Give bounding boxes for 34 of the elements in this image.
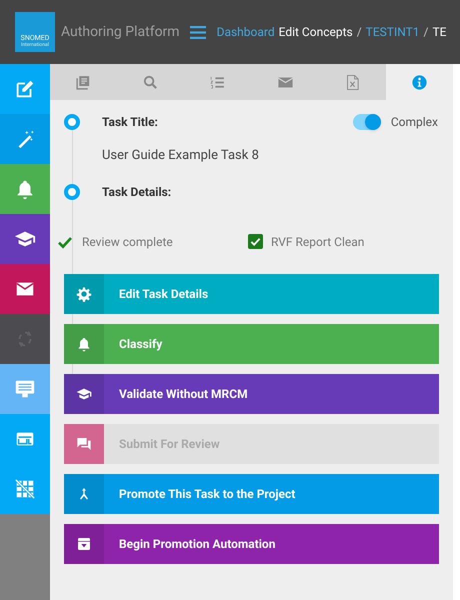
action-button[interactable]: Promote This Task to the Project bbox=[64, 474, 439, 514]
status-label: Review complete bbox=[82, 234, 173, 250]
step-marker-icon bbox=[64, 114, 80, 130]
bell-icon bbox=[76, 336, 92, 352]
status-label: RVF Report Clean bbox=[271, 234, 364, 250]
breadcrumb-link[interactable]: TESTINT1 bbox=[366, 23, 420, 41]
action-button[interactable]: Edit Task Details bbox=[64, 274, 439, 314]
action-button[interactable]: Classify bbox=[64, 324, 439, 364]
search-icon bbox=[142, 74, 160, 90]
info-icon bbox=[410, 74, 428, 90]
breadcrumb-separator: / bbox=[424, 24, 428, 41]
task-title: User Guide Example Task 8 bbox=[102, 147, 260, 165]
action-button[interactable]: Begin Promotion Automation bbox=[64, 524, 439, 564]
menu-icon[interactable] bbox=[190, 26, 206, 38]
field-label: Task Details: bbox=[102, 184, 172, 200]
chat-icon bbox=[76, 436, 92, 452]
monitor-icon bbox=[14, 378, 36, 400]
app-title: Authoring Platform bbox=[61, 22, 180, 42]
sidebar-button[interactable] bbox=[0, 214, 50, 264]
grid-off-icon bbox=[14, 478, 36, 500]
toggle-label: Complex bbox=[390, 114, 438, 131]
field-label: Task Title: bbox=[102, 114, 158, 131]
complex-toggle[interactable] bbox=[352, 114, 381, 130]
breadcrumb-item: TE bbox=[432, 24, 446, 41]
gear-icon bbox=[76, 286, 92, 302]
breadcrumb-separator: / bbox=[356, 24, 362, 41]
step-marker-icon bbox=[64, 184, 80, 200]
action-button[interactable]: Validate Without MRCM bbox=[64, 374, 439, 414]
archive-icon bbox=[76, 536, 92, 552]
tab[interactable] bbox=[386, 64, 454, 100]
edit-icon bbox=[14, 78, 36, 100]
breadcrumb-link[interactable]: Dashboard bbox=[216, 23, 275, 41]
sidebar-button[interactable] bbox=[0, 264, 50, 314]
breadcrumb-item: Edit Concepts bbox=[278, 24, 353, 41]
